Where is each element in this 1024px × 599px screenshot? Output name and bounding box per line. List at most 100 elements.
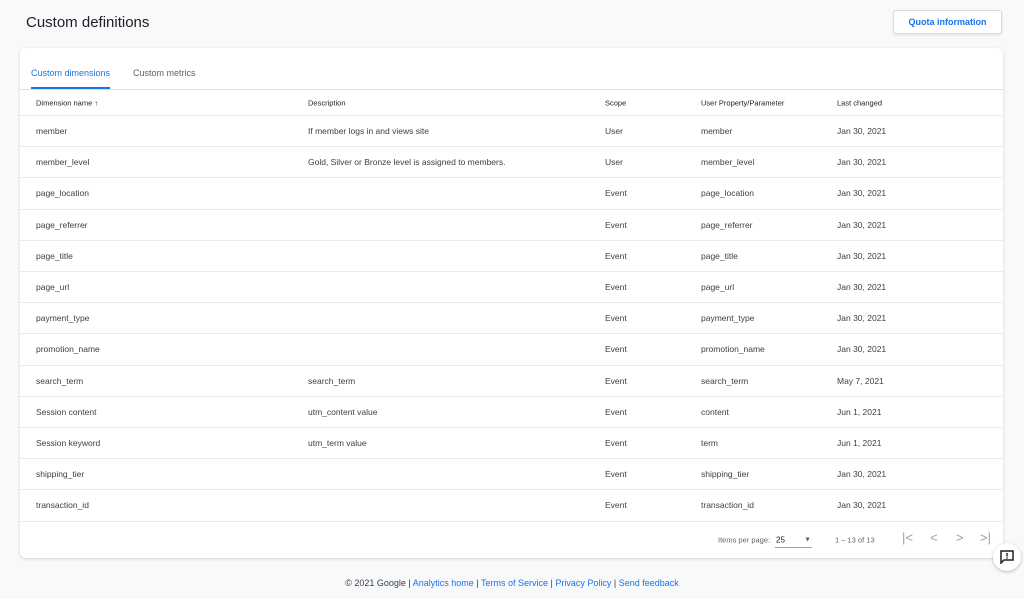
cell-dimension-name: search_term	[36, 375, 84, 386]
first-page-button[interactable]: |<	[902, 530, 913, 545]
cell-parameter: page_referrer	[701, 219, 753, 230]
table-row[interactable]: page_title Event page_title Jan 30, 2021	[20, 241, 1003, 272]
column-header-description[interactable]: Description	[308, 98, 346, 107]
cell-last-changed: Jan 30, 2021	[837, 313, 887, 324]
cell-scope: User	[605, 126, 623, 137]
next-page-button[interactable]: >	[956, 530, 964, 545]
cell-last-changed: Jan 30, 2021	[837, 188, 887, 199]
cell-parameter: content	[701, 406, 729, 417]
cell-description: utm_term value	[308, 438, 367, 449]
cell-parameter: page_title	[701, 250, 738, 261]
cell-last-changed: Jan 30, 2021	[837, 126, 887, 137]
cell-last-changed: Jan 30, 2021	[837, 219, 887, 230]
quota-information-button[interactable]: Quota information	[893, 10, 1002, 34]
dropdown-arrow-icon: ▼	[804, 536, 811, 543]
cell-scope: Event	[605, 375, 627, 386]
send-feedback-link[interactable]: Send feedback	[619, 578, 679, 588]
cell-dimension-name: member	[36, 126, 68, 137]
cell-parameter: page_location	[701, 188, 754, 199]
definitions-card: Custom dimensions Custom metrics Dimensi…	[20, 48, 1003, 558]
cell-dimension-name: transaction_id	[36, 500, 89, 511]
cell-scope: Event	[605, 313, 627, 324]
cell-scope: User	[605, 157, 623, 168]
analytics-home-link[interactable]: Analytics home	[413, 578, 474, 588]
table-header: Dimension name ↑ Description Scope User …	[20, 90, 1003, 116]
feedback-icon	[1000, 550, 1014, 564]
cell-parameter: search_term	[701, 375, 749, 386]
cell-scope: Event	[605, 188, 627, 199]
cell-dimension-name: page_url	[36, 282, 70, 293]
cell-dimension-name: shipping_tier	[36, 469, 85, 480]
table-row[interactable]: Session content utm_content value Event con…	[20, 397, 1003, 428]
cell-description: Gold, Silver or Bronze level is assigned…	[308, 157, 506, 168]
tab-custom-metrics[interactable]: Custom metrics	[133, 68, 196, 78]
previous-page-button[interactable]: <	[930, 530, 938, 545]
cell-scope: Event	[605, 406, 627, 417]
items-per-page-value: 25	[776, 535, 785, 544]
cell-parameter: term	[701, 438, 718, 449]
cell-last-changed: May 7, 2021	[837, 375, 884, 386]
cell-dimension-name: page_referrer	[36, 219, 88, 230]
cell-last-changed: Jan 30, 2021	[837, 344, 887, 355]
cell-parameter: member	[701, 126, 733, 137]
last-page-button[interactable]: >|	[980, 530, 991, 545]
column-header-last-changed[interactable]: Last changed	[837, 98, 882, 107]
cell-parameter: promotion_name	[701, 344, 765, 355]
cell-last-changed: Jan 30, 2021	[837, 282, 887, 293]
footer: © 2021 Google | Analytics home | Terms o…	[345, 578, 679, 588]
cell-dimension-name: payment_type	[36, 313, 90, 324]
cell-parameter: member_level	[701, 157, 755, 168]
cell-scope: Event	[605, 469, 627, 480]
column-header-scope[interactable]: Scope	[605, 98, 626, 107]
table-row[interactable]: transaction_id Event transaction_id Jan 30,…	[20, 490, 1003, 522]
cell-scope: Event	[605, 344, 627, 355]
column-header-dimension-name[interactable]: Dimension name ↑	[36, 98, 98, 107]
table-row[interactable]: Session keyword utm_term value Event term Ju…	[20, 428, 1003, 460]
page-range: 1 – 13 of 13	[835, 535, 875, 544]
table-row[interactable]: search_term search_term Event search_term Ma…	[20, 366, 1003, 397]
cell-last-changed: Jan 30, 2021	[837, 469, 887, 480]
cell-dimension-name: promotion_name	[36, 344, 100, 355]
copyright: © 2021 Google |	[345, 578, 411, 588]
tab-bar: Custom dimensions Custom metrics	[20, 48, 1003, 90]
cell-description: utm_content value	[308, 406, 378, 417]
cell-last-changed: Jun 1, 2021	[837, 438, 882, 449]
arrow-up-icon: ↑	[94, 98, 99, 107]
table-row[interactable]: promotion_name Event promotion_name Jan 30,…	[20, 334, 1003, 366]
cell-last-changed: Jan 30, 2021	[837, 250, 887, 261]
column-header-parameter[interactable]: User Property/Parameter	[701, 98, 784, 107]
cell-dimension-name: Session keyword	[36, 438, 101, 449]
cell-last-changed: Jan 30, 2021	[837, 500, 887, 511]
cell-last-changed: Jan 30, 2021	[837, 157, 887, 168]
table-row[interactable]: member_level Gold, Silver or Bronze level…	[20, 147, 1003, 179]
page-title: Custom definitions	[26, 14, 150, 31]
cell-scope: Event	[605, 219, 627, 230]
table-row[interactable]: payment_type Event payment_type Jan 30, 202…	[20, 303, 1003, 335]
table-row[interactable]: shipping_tier Event shipping_tier Jan 30, 2…	[20, 459, 1003, 491]
items-per-page-label: Items per page:	[718, 535, 771, 544]
items-per-page-select[interactable]: 25 ▼	[775, 532, 812, 548]
cell-scope: Event	[605, 438, 627, 449]
cell-parameter: payment_type	[701, 313, 755, 324]
terms-link[interactable]: Terms of Service	[481, 578, 548, 588]
cell-parameter: transaction_id	[701, 500, 754, 511]
feedback-button[interactable]	[993, 543, 1021, 571]
cell-dimension-name: page_location	[36, 188, 89, 199]
table-row[interactable]: page_referrer Event page_referrer Jan 30, 2…	[20, 210, 1003, 241]
table-row[interactable]: page_url Event page_url Jan 30, 2021	[20, 272, 1003, 304]
privacy-link[interactable]: Privacy Policy	[555, 578, 611, 588]
table-row[interactable]: page_location Event page_location Jan 30, 2…	[20, 178, 1003, 210]
cell-dimension-name: Session content	[36, 406, 97, 417]
cell-parameter: shipping_tier	[701, 469, 750, 480]
tab-custom-dimensions[interactable]: Custom dimensions	[31, 68, 111, 89]
cell-description: If member logs in and views site	[308, 126, 429, 137]
cell-parameter: page_url	[701, 282, 735, 293]
cell-last-changed: Jun 1, 2021	[837, 406, 882, 417]
cell-scope: Event	[605, 500, 627, 511]
cell-scope: Event	[605, 282, 627, 293]
column-label: Dimension name	[36, 98, 93, 107]
table-row[interactable]: member If member logs in and views site Us…	[20, 116, 1003, 148]
cell-description: search_term	[308, 375, 356, 386]
pagination: Items per page: 25 ▼ 1 – 13 of 13 |< < >…	[20, 521, 1003, 558]
cell-dimension-name: page_title	[36, 250, 73, 261]
